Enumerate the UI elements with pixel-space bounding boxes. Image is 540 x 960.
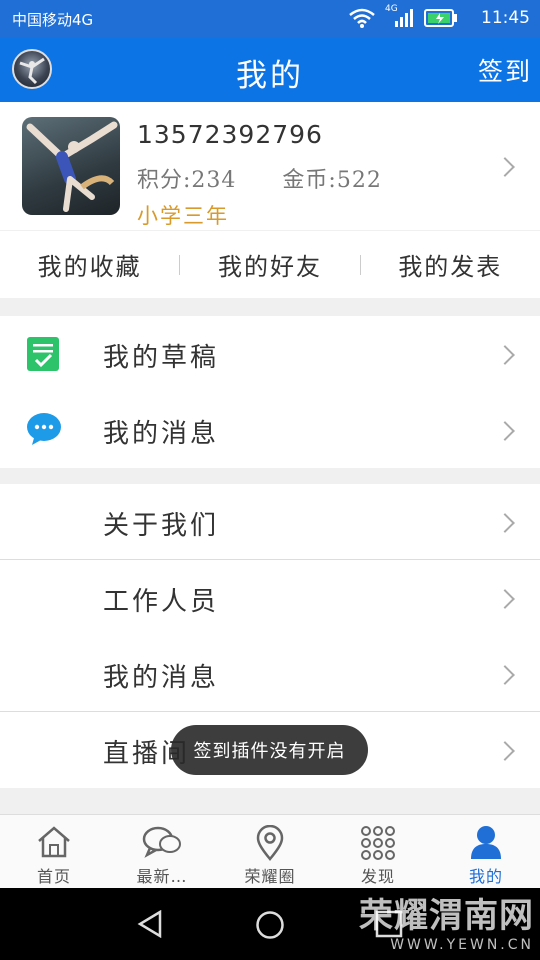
nav-home[interactable]: 首页 bbox=[0, 815, 108, 889]
battery-icon bbox=[424, 9, 457, 27]
back-icon[interactable] bbox=[136, 910, 164, 938]
message-bubble-icon bbox=[26, 412, 62, 450]
grid-dots-icon bbox=[361, 826, 395, 860]
watermark-logo-text: 荣耀渭南网 bbox=[359, 896, 534, 936]
toast-message: 签到插件没有开启 bbox=[171, 725, 368, 775]
menu-item-about[interactable]: 关于我们 bbox=[0, 484, 540, 560]
nav-discover[interactable]: 发现 bbox=[324, 815, 432, 889]
nav-label: 我的 bbox=[468, 867, 503, 886]
home-icon bbox=[38, 826, 70, 858]
menu-item-messages[interactable]: 我的消息 bbox=[0, 392, 540, 468]
menu-item-label: 工作人员 bbox=[103, 587, 220, 617]
points-value: 积分:234 bbox=[137, 168, 237, 193]
wifi-icon bbox=[349, 8, 375, 28]
location-pin-icon bbox=[256, 825, 284, 861]
clock: 11:45 bbox=[481, 8, 530, 28]
user-grade: 小学三年 bbox=[137, 204, 229, 228]
nav-me[interactable]: 我的 bbox=[432, 815, 540, 889]
nav-label: 最新… bbox=[136, 867, 188, 886]
profile-card[interactable]: 13572392796 积分:234 金币:522 小学三年 bbox=[0, 102, 540, 230]
nav-honor-circle[interactable]: 荣耀圈 bbox=[216, 815, 324, 889]
watermark: 荣耀渭南网 WWW.YEWN.CN bbox=[359, 888, 534, 953]
tab-posts[interactable]: 我的发表 bbox=[361, 247, 540, 282]
menu-item-drafts[interactable]: 我的草稿 bbox=[0, 316, 540, 392]
user-phone: 13572392796 bbox=[137, 120, 323, 149]
bottom-navigation: 首页 最新… 荣耀圈 发现 我的 bbox=[0, 814, 540, 889]
nav-label: 荣耀圈 bbox=[244, 867, 296, 886]
checkin-button[interactable]: 签到 bbox=[478, 52, 532, 88]
coins-value: 金币:522 bbox=[282, 168, 382, 193]
chevron-right-icon bbox=[495, 741, 515, 761]
nav-label: 首页 bbox=[36, 867, 71, 886]
chevron-right-icon bbox=[495, 421, 515, 441]
dancer-photo-icon bbox=[26, 121, 118, 212]
chat-bubbles-icon bbox=[142, 826, 181, 858]
app-bar: 我的 签到 bbox=[0, 38, 540, 102]
signal-icon: 4G bbox=[385, 4, 415, 28]
menu-item-label: 我的消息 bbox=[103, 419, 220, 449]
user-stats: 积分:234 金币:522 bbox=[137, 162, 420, 194]
page-title: 我的 bbox=[236, 58, 304, 94]
status-icons: 4G bbox=[348, 4, 458, 28]
watermark-url: WWW.YEWN.CN bbox=[390, 937, 534, 953]
carrier-name: 中国移动4G bbox=[12, 11, 94, 29]
profile-photo[interactable] bbox=[22, 117, 120, 215]
menu-item-staff[interactable]: 工作人员 bbox=[0, 560, 540, 636]
home-circle-icon[interactable] bbox=[255, 910, 285, 940]
nav-latest[interactable]: 最新… bbox=[108, 815, 216, 889]
person-icon bbox=[471, 826, 501, 859]
chevron-right-icon bbox=[495, 345, 515, 365]
menu-item-label: 关于我们 bbox=[103, 511, 220, 541]
menu-item-label: 我的消息 bbox=[103, 663, 220, 693]
tab-favorites[interactable]: 我的收藏 bbox=[0, 247, 179, 282]
status-bar: 中国移动4G 4G 11:45 bbox=[0, 0, 540, 38]
chevron-right-icon bbox=[495, 665, 515, 685]
quick-tabs: 我的收藏 我的好友 我的发表 bbox=[0, 231, 540, 298]
draft-icon bbox=[26, 336, 60, 376]
menu-group-primary: 我的草稿 我的消息 bbox=[0, 316, 540, 468]
network-type: 4G bbox=[385, 4, 398, 14]
chevron-right-icon bbox=[495, 157, 515, 177]
tab-friends[interactable]: 我的好友 bbox=[180, 247, 359, 282]
chevron-right-icon bbox=[495, 589, 515, 609]
menu-item-messages-2[interactable]: 我的消息 bbox=[0, 636, 540, 712]
menu-item-label: 我的草稿 bbox=[103, 343, 220, 373]
chevron-right-icon bbox=[495, 513, 515, 533]
nav-label: 发现 bbox=[360, 867, 395, 886]
